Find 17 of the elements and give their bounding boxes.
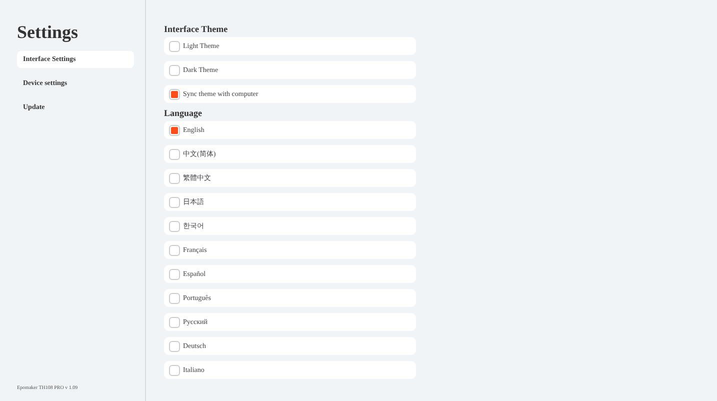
section-heading: Interface Theme [164,24,229,34]
checkbox[interactable] [169,244,180,256]
section-heading: Language [164,108,204,118]
checkbox[interactable] [169,364,180,376]
checkbox[interactable] [169,40,180,52]
checkbox[interactable] [169,268,180,280]
checkbox[interactable] [169,88,180,100]
checkbox[interactable] [169,64,180,76]
checkbox[interactable] [169,172,180,184]
checkbox[interactable] [169,196,180,208]
settings-title: Settings [17,22,80,43]
checkbox[interactable] [169,220,180,232]
checkbox[interactable] [169,124,180,136]
checkbox[interactable] [169,340,180,352]
checkbox[interactable] [169,316,180,328]
checkbox[interactable] [169,148,180,160]
checkbox[interactable] [169,292,180,304]
